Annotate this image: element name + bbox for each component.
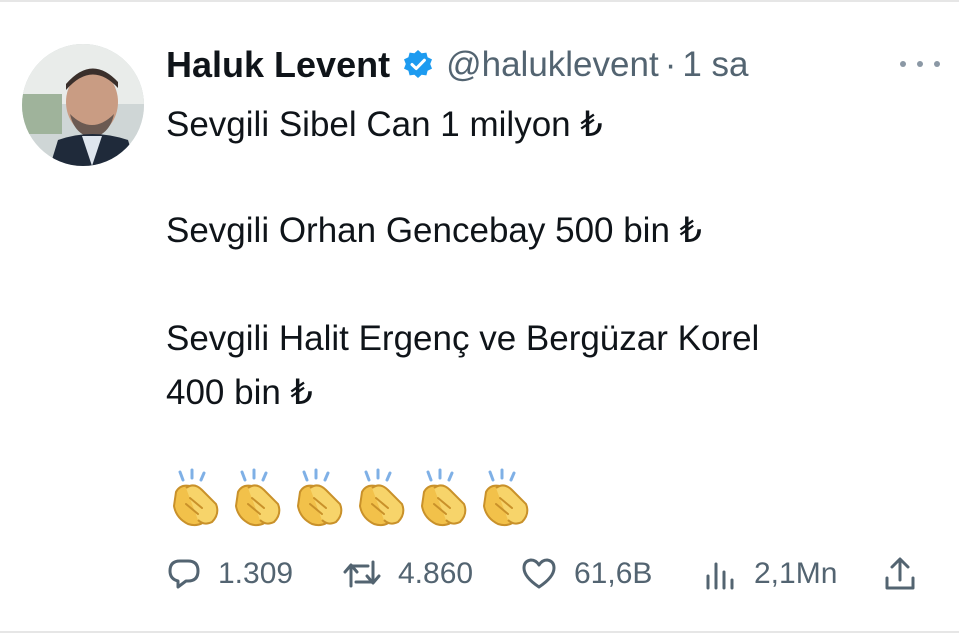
- verified-badge-icon: [402, 49, 434, 81]
- more-options-icon[interactable]: [900, 57, 940, 71]
- share-icon: [885, 557, 915, 590]
- tweet-text-line: 400 bin ₺: [166, 373, 313, 412]
- tweet-text-line: Sevgili Halit Ergenç ve Bergüzar Korel: [166, 319, 760, 358]
- separator-dot: ·: [664, 45, 677, 84]
- retweet-button[interactable]: 4.860: [342, 550, 473, 598]
- like-button[interactable]: 61,6B: [520, 550, 652, 598]
- clapping-hands-icon: [228, 468, 286, 528]
- clapping-hands-icon: [166, 468, 224, 528]
- avatar[interactable]: [22, 44, 144, 166]
- reply-count: 1.309: [218, 557, 294, 590]
- clapping-hands-icon: [414, 468, 472, 528]
- views-button[interactable]: 2,1Mn: [702, 550, 837, 598]
- tweet-timestamp[interactable]: 1 sa: [682, 45, 748, 85]
- clapping-hands-icon: [290, 468, 348, 528]
- reply-button[interactable]: 1.309: [166, 550, 293, 598]
- tweet-card: Haluk Levent @haluklevent · 1 sa Sevgili…: [0, 0, 959, 633]
- tweet-text-line: Sevgili Sibel Can 1 milyon ₺: [166, 105, 603, 144]
- tweet-actions-bar: 1.309 4.860 61,6B 2,1Mn: [166, 550, 946, 598]
- clapping-hands-icon: [352, 468, 410, 528]
- retweet-count: 4.860: [398, 557, 474, 590]
- clapping-hands-icon: [476, 468, 534, 528]
- author-handle[interactable]: @haluklevent: [446, 45, 659, 85]
- author-name[interactable]: Haluk Levent: [166, 44, 390, 86]
- share-button[interactable]: [882, 550, 918, 598]
- heart-icon: [522, 558, 556, 589]
- views-chart-icon: [706, 562, 734, 590]
- tweet-header: Haluk Levent @haluklevent · 1 sa: [166, 42, 749, 88]
- views-count: 2,1Mn: [754, 557, 838, 590]
- tweet-text-line: Sevgili Orhan Gencebay 500 bin ₺: [166, 211, 702, 250]
- like-count: 61,6B: [574, 557, 653, 590]
- retweet-icon: [343, 560, 381, 588]
- reply-icon: [168, 559, 200, 589]
- clapping-hands-emoji-row: [166, 468, 534, 528]
